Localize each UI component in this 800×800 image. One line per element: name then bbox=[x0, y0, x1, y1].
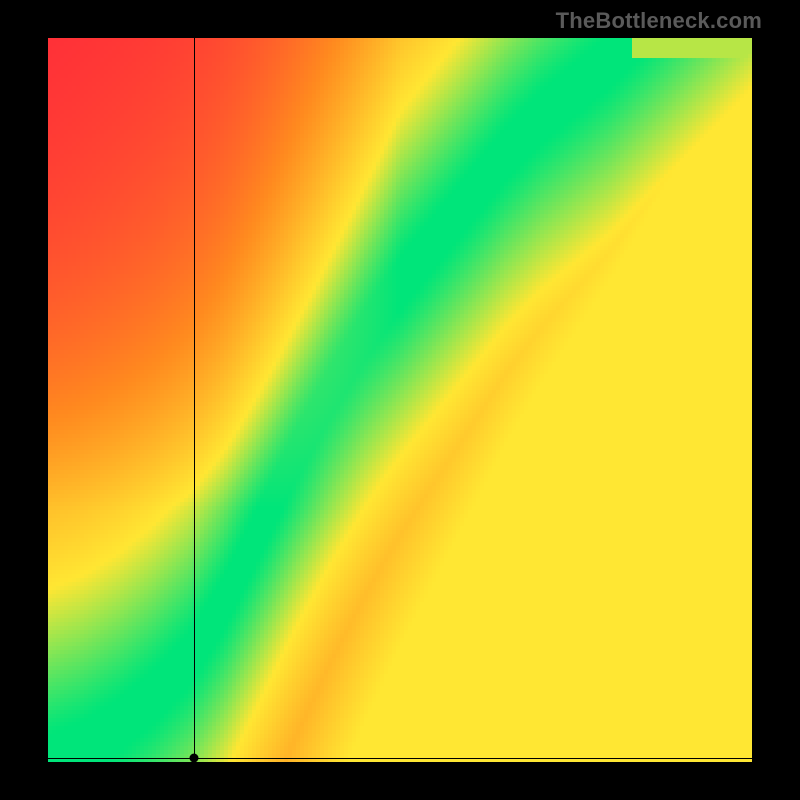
heatmap-canvas bbox=[48, 38, 752, 762]
crosshair-vertical bbox=[194, 38, 195, 762]
heatmap-plot bbox=[48, 38, 752, 762]
crosshair-horizontal bbox=[48, 758, 752, 759]
watermark-text: TheBottleneck.com bbox=[556, 8, 762, 34]
chart-frame: TheBottleneck.com bbox=[0, 0, 800, 800]
cursor-marker-dot bbox=[189, 754, 198, 763]
